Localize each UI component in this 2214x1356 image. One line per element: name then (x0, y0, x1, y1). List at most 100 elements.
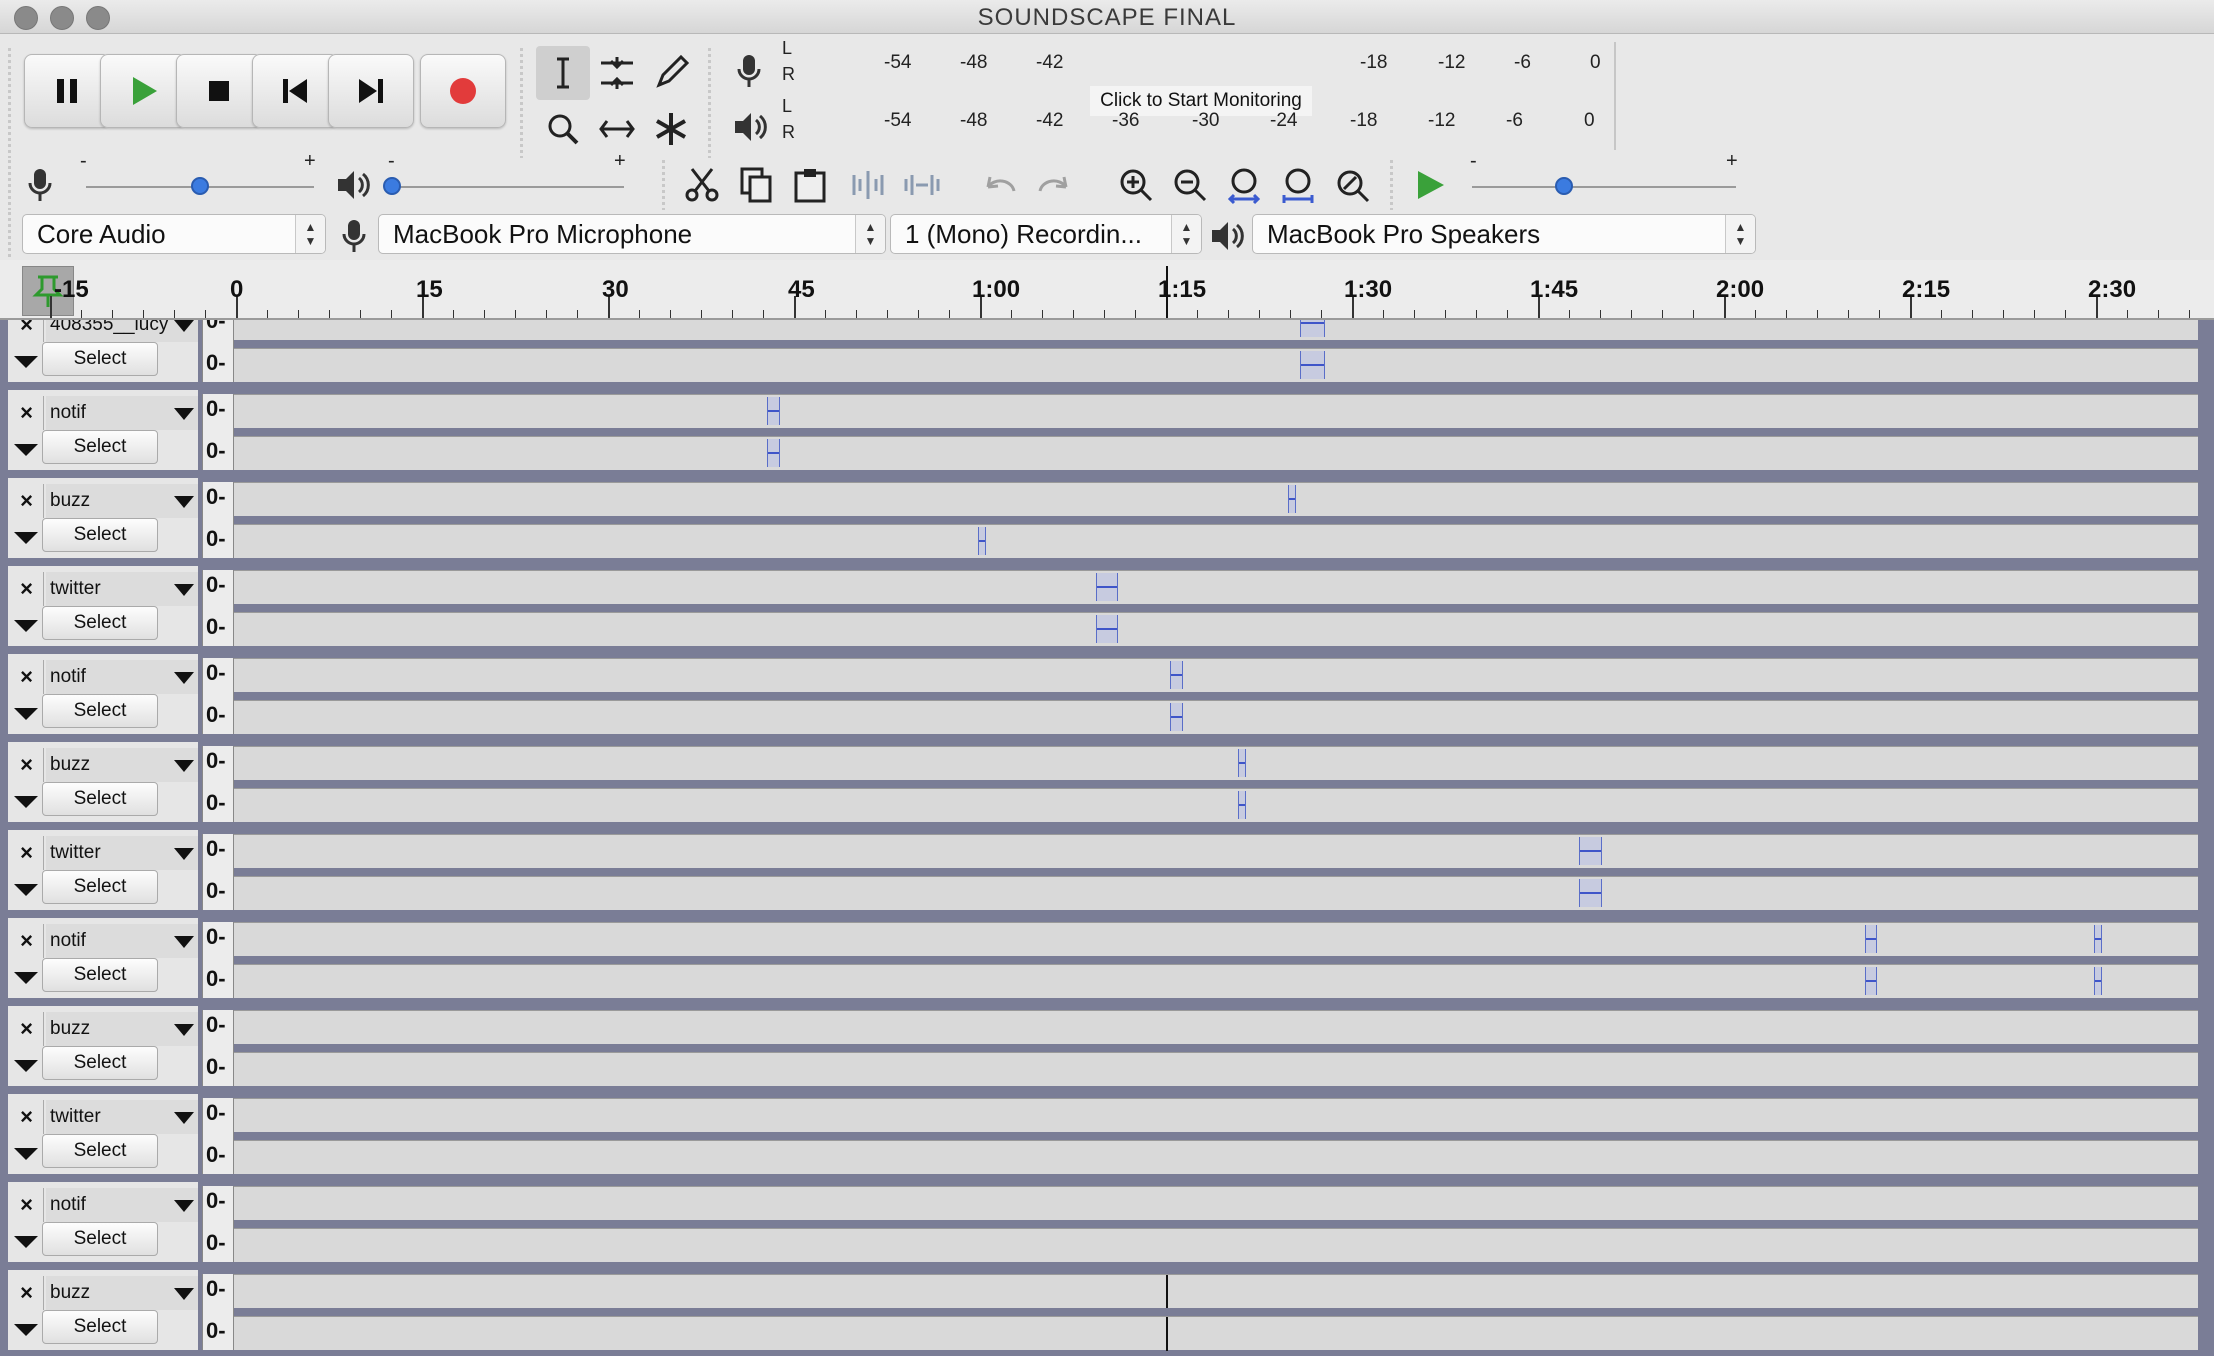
audio-clip[interactable] (1300, 351, 1326, 379)
playback-volume-knob[interactable] (383, 177, 401, 195)
zoom-tool[interactable] (536, 102, 590, 156)
waveform-lane-right[interactable] (234, 436, 2198, 470)
close-track-button[interactable]: × (10, 320, 44, 342)
track-name-menu[interactable]: buzz (46, 1276, 198, 1310)
audio-clip[interactable] (1579, 837, 1602, 865)
close-track-button[interactable]: × (10, 396, 44, 430)
playhead-marker[interactable] (1166, 266, 1168, 318)
audio-clip[interactable] (1864, 967, 1877, 995)
playback-meter-button[interactable] (722, 100, 776, 154)
audio-clip[interactable] (1170, 703, 1183, 731)
selection-tool[interactable] (536, 46, 590, 100)
collapse-track-button[interactable] (12, 1310, 40, 1346)
audio-track[interactable]: × buzz Select 0- 0- (0, 1270, 2214, 1355)
track-name-menu[interactable]: notif (46, 660, 198, 694)
zoom-in-button[interactable] (1110, 158, 1162, 212)
collapse-track-button[interactable] (12, 1046, 40, 1082)
playback-device-select[interactable]: MacBook Pro Speakers ▲ ▼ (1252, 214, 1756, 254)
copy-button[interactable] (730, 158, 782, 212)
select-track-button[interactable]: Select (42, 342, 158, 376)
audio-clip[interactable] (1170, 661, 1183, 689)
track-name-menu[interactable]: buzz (46, 748, 198, 782)
skip-to-start-button[interactable] (252, 54, 338, 128)
track-name-menu[interactable]: notif (46, 396, 198, 430)
stop-button[interactable] (176, 54, 262, 128)
collapse-track-button[interactable] (12, 1134, 40, 1170)
audio-clip[interactable] (1300, 320, 1326, 337)
close-track-button[interactable]: × (10, 836, 44, 870)
audio-clip[interactable] (767, 397, 780, 425)
record-button[interactable] (420, 54, 506, 128)
record-meter[interactable]: -54 -48 -42 -18 -12 -6 0 (800, 34, 1610, 94)
play-at-speed-slider[interactable] (1472, 186, 1736, 188)
audio-track[interactable]: × buzz Select 0- 0- (0, 742, 2214, 827)
toolbar-grip[interactable] (8, 212, 11, 260)
close-track-button[interactable]: × (10, 924, 44, 958)
collapse-track-button[interactable] (12, 518, 40, 554)
fit-selection-button[interactable] (1218, 158, 1270, 212)
fit-project-button[interactable] (1272, 158, 1324, 212)
waveform-lane-left[interactable] (234, 482, 2198, 516)
play-at-speed-button[interactable] (1404, 158, 1456, 212)
trim-audio-button[interactable] (842, 158, 894, 212)
select-track-button[interactable]: Select (42, 958, 158, 992)
toolbar-grip[interactable] (708, 48, 711, 158)
track-panel[interactable]: × 408355__lucy Select 0- 0- × notif Select 0- 0- ×… (0, 320, 2214, 1356)
track-name-menu[interactable]: notif (46, 924, 198, 958)
collapse-track-button[interactable] (12, 1222, 40, 1258)
select-track-button[interactable]: Select (42, 1046, 158, 1080)
collapse-track-button[interactable] (12, 870, 40, 906)
pause-button[interactable] (24, 54, 110, 128)
audio-clip[interactable] (1288, 485, 1296, 513)
waveform-lane-right[interactable] (234, 524, 2198, 558)
audio-track[interactable]: × notif Select 0- 0- (0, 1182, 2214, 1267)
waveform-lane-left[interactable] (234, 1010, 2198, 1044)
play-at-speed-knob[interactable] (1555, 177, 1574, 195)
envelope-tool[interactable] (590, 46, 644, 100)
audio-host-select[interactable]: Core Audio ▲ ▼ (22, 214, 326, 254)
close-track-button[interactable]: × (10, 484, 44, 518)
waveform-lane-right[interactable] (234, 876, 2198, 910)
redo-button[interactable] (1028, 158, 1080, 212)
waveform-lane-right[interactable] (234, 1316, 2198, 1351)
time-shift-tool[interactable] (590, 102, 644, 156)
audio-track[interactable]: × notif Select 0- 0- (0, 390, 2214, 475)
audio-track[interactable]: × 408355__lucy Select 0- 0- (0, 320, 2214, 387)
close-track-button[interactable]: × (10, 1100, 44, 1134)
undo-button[interactable] (974, 158, 1026, 212)
play-button[interactable] (100, 54, 186, 128)
cut-button[interactable] (676, 158, 728, 212)
silence-audio-button[interactable] (896, 158, 948, 212)
waveform-lane-right[interactable] (234, 964, 2198, 998)
close-track-button[interactable]: × (10, 1012, 44, 1046)
waveform-lane-left[interactable] (234, 1186, 2198, 1220)
record-volume-knob[interactable] (191, 177, 209, 195)
waveform-lane-left[interactable] (234, 834, 2198, 868)
audio-track[interactable]: × buzz Select 0- 0- (0, 478, 2214, 563)
track-name-menu[interactable]: buzz (46, 484, 198, 518)
audio-track[interactable]: × twitter Select 0- 0- (0, 1094, 2214, 1179)
playback-volume-slider[interactable] (392, 186, 624, 188)
draw-tool[interactable] (644, 46, 698, 100)
toolbar-grip[interactable] (8, 160, 11, 210)
waveform-lane-right[interactable] (234, 1228, 2198, 1262)
waveform-lane-left[interactable] (234, 394, 2198, 428)
select-track-button[interactable]: Select (42, 1222, 158, 1256)
collapse-track-button[interactable] (12, 694, 40, 730)
select-track-button[interactable]: Select (42, 782, 158, 816)
waveform-lane-left[interactable] (234, 1274, 2198, 1309)
select-track-button[interactable]: Select (42, 870, 158, 904)
audio-clip[interactable] (2094, 925, 2102, 953)
audio-track[interactable]: × notif Select 0- 0- (0, 918, 2214, 1003)
select-track-button[interactable]: Select (42, 518, 158, 552)
waveform-lane-right[interactable] (234, 1052, 2198, 1086)
timeline-ruler[interactable]: -1501530451:001:151:301:452:002:152:302:… (0, 262, 2214, 320)
close-track-button[interactable]: × (10, 660, 44, 694)
audio-clip[interactable] (1238, 791, 1247, 819)
select-track-button[interactable]: Select (42, 1134, 158, 1168)
audio-clip[interactable] (1864, 925, 1877, 953)
waveform-lane-right[interactable] (234, 612, 2198, 646)
recording-device-select[interactable]: MacBook Pro Microphone ▲ ▼ (378, 214, 886, 254)
waveform-lane-right[interactable] (234, 348, 2198, 382)
waveform-lane-right[interactable] (234, 788, 2198, 822)
